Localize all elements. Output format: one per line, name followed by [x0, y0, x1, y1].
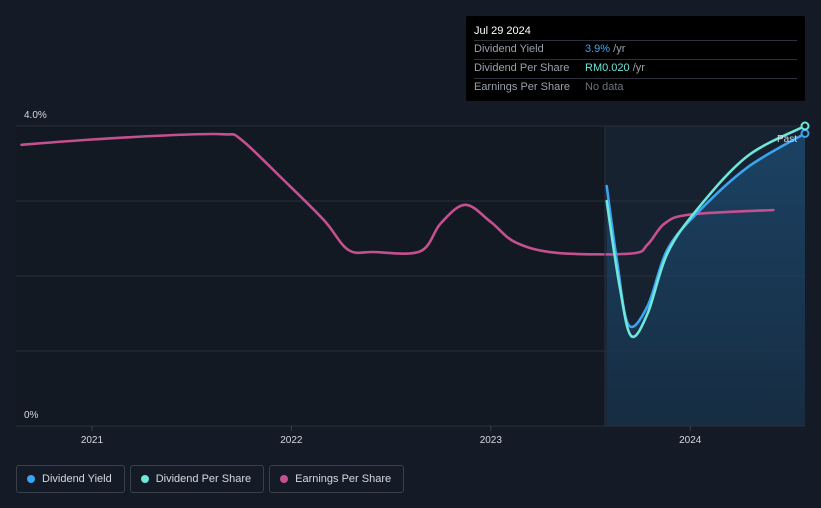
legend-item-dividend-per-share[interactable]: Dividend Per Share — [129, 465, 265, 493]
legend-label: Earnings Per Share — [295, 473, 392, 485]
x-axis-ticks: 2021 2022 2023 2024 — [81, 426, 702, 446]
tooltip-value-wrap: No data — [585, 79, 624, 97]
tooltip-label: Dividend Yield — [474, 43, 544, 55]
legend-dot-icon — [280, 475, 289, 483]
legend-dot-icon — [140, 475, 149, 483]
dividend-per-share-endpoint — [800, 121, 810, 131]
tooltip-row-dividend-yield: Dividend Yield 3.9% /yr — [474, 40, 797, 59]
tooltip-unit: /yr — [629, 62, 645, 74]
x-tick-label: 2023 — [480, 435, 503, 446]
x-tick-label: 2024 — [679, 435, 702, 446]
tooltip-value: RM0.020 — [585, 62, 630, 74]
legend-item-dividend-yield[interactable]: Dividend Yield — [16, 465, 125, 493]
legend-label: Dividend Per Share — [155, 473, 252, 485]
tooltip-value-wrap: 3.9% /yr — [585, 41, 625, 59]
tooltip-value-wrap: RM0.020 /yr — [585, 60, 645, 78]
tooltip-label: Dividend Per Share — [474, 62, 570, 74]
x-tick-label: 2022 — [280, 435, 303, 446]
tooltip-label: Earnings Per Share — [474, 81, 570, 93]
series-endpoints — [800, 121, 810, 138]
legend-label: Dividend Yield — [42, 473, 112, 485]
tooltip-unit: /yr — [610, 43, 626, 55]
tooltip: Jul 29 2024 Dividend Yield 3.9% /yr Divi… — [466, 16, 805, 101]
dividend-yield-endpoint — [800, 129, 810, 138]
legend-dot-icon — [27, 475, 35, 483]
tooltip-value: 3.9% — [585, 43, 611, 55]
tooltip-value: No data — [585, 81, 624, 93]
legend-item-earnings-per-share[interactable]: Earnings Per Share — [269, 465, 405, 493]
tooltip-date: Jul 29 2024 — [474, 25, 531, 37]
y-tick-top: 4.0% — [24, 110, 47, 121]
tooltip-row-earnings-per-share: Earnings Per Share No data — [474, 78, 797, 97]
past-label: Past — [777, 134, 797, 145]
legend: Dividend Yield Dividend Per Share Earnin… — [16, 465, 405, 493]
x-tick-label: 2021 — [81, 435, 104, 446]
tooltip-row-dividend-per-share: Dividend Per Share RM0.020 /yr — [474, 59, 797, 78]
y-tick-bottom: 0% — [24, 410, 39, 421]
